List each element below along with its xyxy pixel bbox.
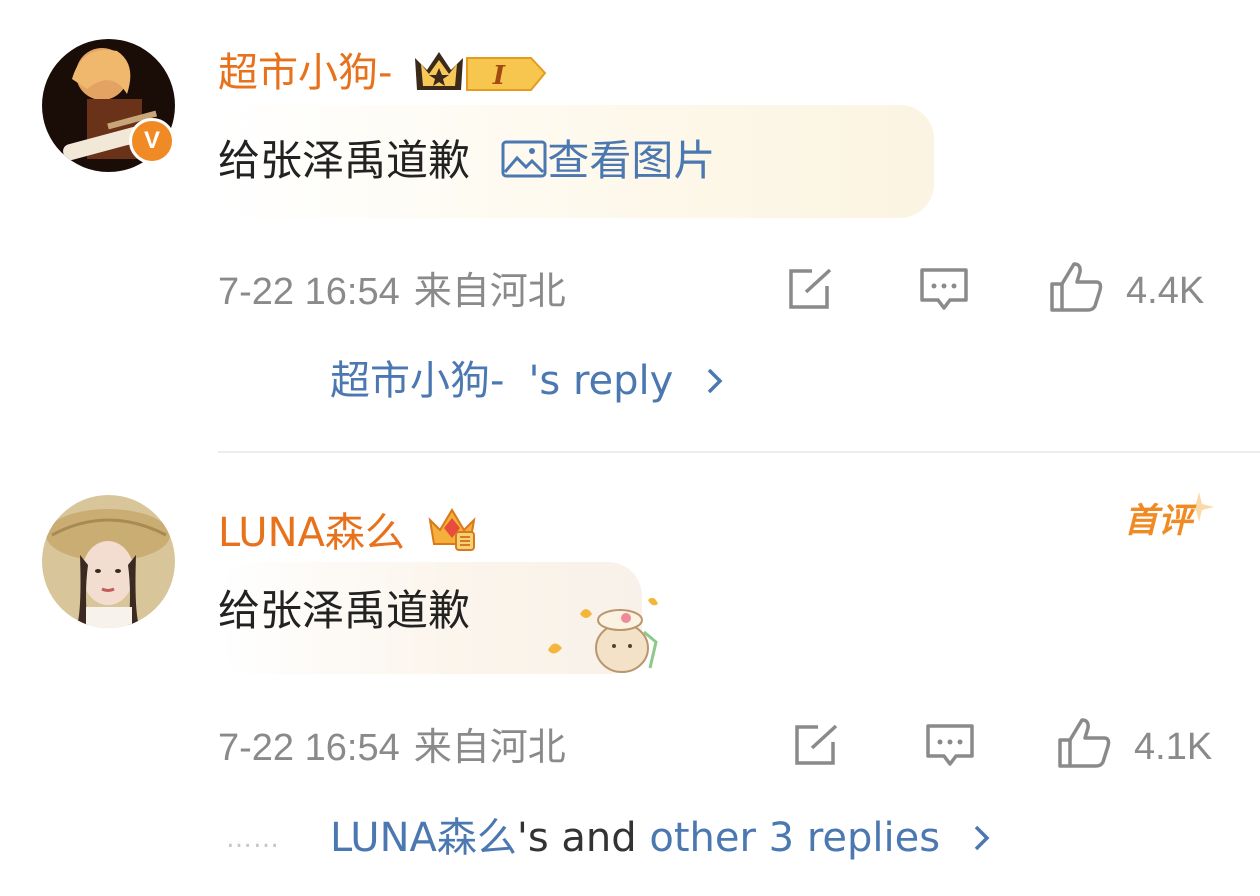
username[interactable]: LUNA森么: [218, 504, 478, 554]
avatar[interactable]: [42, 495, 175, 628]
username[interactable]: 超市小狗- I: [218, 44, 548, 96]
crown-level-badge-icon: I: [415, 52, 547, 91]
username-text: LUNA森么: [218, 510, 405, 556]
view-image-link[interactable]: 查看图片: [501, 136, 715, 185]
comment-text: 给张泽禹道歉: [218, 586, 471, 635]
comment-item: LUNA森么 首评 给张泽禹道歉 7-22 16:54 来自河北 4.1K ………: [0, 452, 1260, 896]
first-comment-badge: 首评: [1124, 492, 1214, 541]
avatar-image: [42, 495, 175, 628]
reply-suffix: 's reply: [528, 358, 674, 404]
svg-text:I: I: [492, 61, 506, 91]
comment-meta: 7-22 16:54 来自河北: [218, 272, 566, 311]
verified-badge-icon: V: [129, 118, 175, 164]
share-icon[interactable]: [792, 722, 842, 768]
view-replies-link[interactable]: 超市小狗- 's reply: [330, 361, 726, 401]
comment-meta: 7-22 16:54 来自河北: [218, 728, 566, 767]
comment-location: 来自河北: [413, 725, 566, 769]
view-image-label: 查看图片: [547, 136, 716, 185]
comment-item: V 超市小狗- I 给张泽禹道歉 查看图片 7-22 16:54 来自河北 4.…: [0, 0, 1260, 450]
like-count: 4.1K: [1134, 726, 1213, 768]
avatar[interactable]: V: [42, 39, 175, 172]
like-icon[interactable]: [1056, 716, 1112, 770]
chevron-right-icon: [974, 825, 990, 851]
comment-time: 7-22 16:54: [218, 727, 400, 769]
comment-icon[interactable]: [918, 266, 970, 314]
chevron-right-icon: [707, 368, 723, 394]
comment-icon[interactable]: [924, 722, 976, 770]
comment-location: 来自河北: [413, 269, 566, 313]
view-replies-link[interactable]: LUNA森么's and other 3 replies: [330, 818, 993, 858]
first-comment-label: 首评: [1124, 501, 1192, 541]
bear-sticker-icon: [548, 598, 658, 673]
comment-text: 给张泽禹道歉: [218, 136, 471, 185]
share-icon[interactable]: [786, 266, 836, 312]
reply-user: LUNA森么: [330, 815, 517, 861]
image-icon: [501, 140, 547, 178]
username-text: 超市小狗-: [218, 50, 393, 96]
crown-member-badge-icon: [428, 508, 476, 551]
like-count: 4.4K: [1126, 270, 1205, 312]
reply-user: 超市小狗-: [330, 358, 505, 404]
like-icon[interactable]: [1048, 260, 1104, 314]
thread-dots: ……: [226, 824, 280, 854]
reply-suffix: other 3 replies: [649, 815, 941, 861]
reply-mid: 's and: [516, 815, 650, 861]
comment-text-row: 给张泽禹道歉 查看图片: [218, 139, 715, 182]
comment-time: 7-22 16:54: [218, 271, 400, 313]
comment-bubble: 给张泽禹道歉 查看图片: [218, 105, 934, 218]
